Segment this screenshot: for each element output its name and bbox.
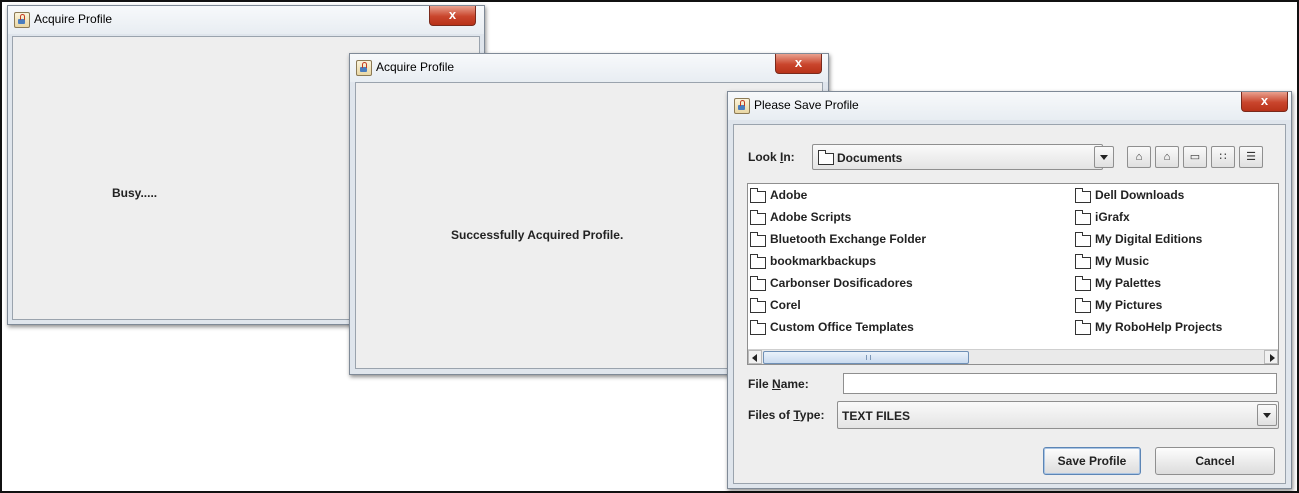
java-app-icon: [734, 98, 750, 114]
save-profile-button[interactable]: Save Profile: [1043, 447, 1141, 475]
java-app-icon: [14, 12, 30, 28]
folder-icon: [750, 210, 766, 225]
title-bar[interactable]: Acquire Profile x: [350, 54, 828, 82]
folder-icon: [1075, 232, 1091, 247]
busy-message: Busy.....: [112, 186, 158, 200]
folder-icon: [1075, 210, 1091, 225]
look-in-dropdown-arrow[interactable]: [1094, 146, 1114, 168]
dialog-title: Please Save Profile: [754, 98, 859, 112]
horizontal-scrollbar[interactable]: [748, 349, 1278, 364]
scroll-right-icon[interactable]: [1264, 350, 1278, 364]
look-in-label: Look In:: [748, 150, 795, 164]
files-of-type-value: TEXT FILES: [842, 409, 911, 423]
folder-icon: [1075, 276, 1091, 291]
folder-icon: [750, 254, 766, 269]
close-button[interactable]: x: [775, 54, 822, 74]
java-app-icon: [356, 60, 372, 76]
close-button[interactable]: x: [1241, 92, 1288, 112]
title-bar[interactable]: Acquire Profile x: [8, 6, 484, 34]
window-title: Acquire Profile: [34, 12, 113, 26]
folder-icon: [1075, 188, 1091, 203]
folder-icon: [750, 298, 766, 313]
home-icon[interactable]: ⌂: [1155, 146, 1179, 168]
files-of-type-dropdown-arrow[interactable]: [1257, 404, 1277, 426]
success-message: Successfully Acquired Profile.: [451, 228, 624, 242]
folder-icon: [1075, 298, 1091, 313]
cancel-button[interactable]: Cancel: [1155, 447, 1275, 475]
list-view-icon[interactable]: ∷: [1211, 146, 1235, 168]
folder-icon: [818, 150, 834, 165]
folder-icon: [750, 232, 766, 247]
look-in-value: Documents: [837, 151, 903, 165]
folder-icon: [1075, 254, 1091, 269]
files-of-type-label: Files of Type:: [748, 408, 825, 422]
folder-icon: [750, 276, 766, 291]
save-profile-dialog: Please Save Profile x Look In: Documents…: [727, 91, 1292, 489]
new-folder-icon[interactable]: ▭: [1183, 146, 1207, 168]
dialog-body: Look In: Documents ⌂ ⌂ ▭ ∷ ☰ Adobe Adobe…: [733, 124, 1286, 484]
up-one-level-icon[interactable]: ⌂: [1127, 146, 1151, 168]
folder-icon: [750, 188, 766, 203]
folder-icon: [1075, 320, 1091, 335]
look-in-dropdown[interactable]: Documents: [812, 144, 1103, 170]
scroll-thumb[interactable]: [763, 351, 969, 364]
file-name-input[interactable]: [843, 373, 1277, 394]
window-title: Acquire Profile: [376, 60, 455, 74]
title-bar[interactable]: Please Save Profile x: [728, 92, 1291, 120]
files-of-type-dropdown[interactable]: TEXT FILES: [837, 401, 1279, 429]
close-button[interactable]: x: [429, 6, 476, 26]
folder-icon: [750, 320, 766, 335]
file-name-label: File Name:: [748, 377, 809, 391]
file-list[interactable]: Adobe Adobe Scripts Bluetooth Exchange F…: [747, 183, 1279, 365]
scroll-left-icon[interactable]: [748, 350, 762, 364]
details-view-icon[interactable]: ☰: [1239, 146, 1263, 168]
